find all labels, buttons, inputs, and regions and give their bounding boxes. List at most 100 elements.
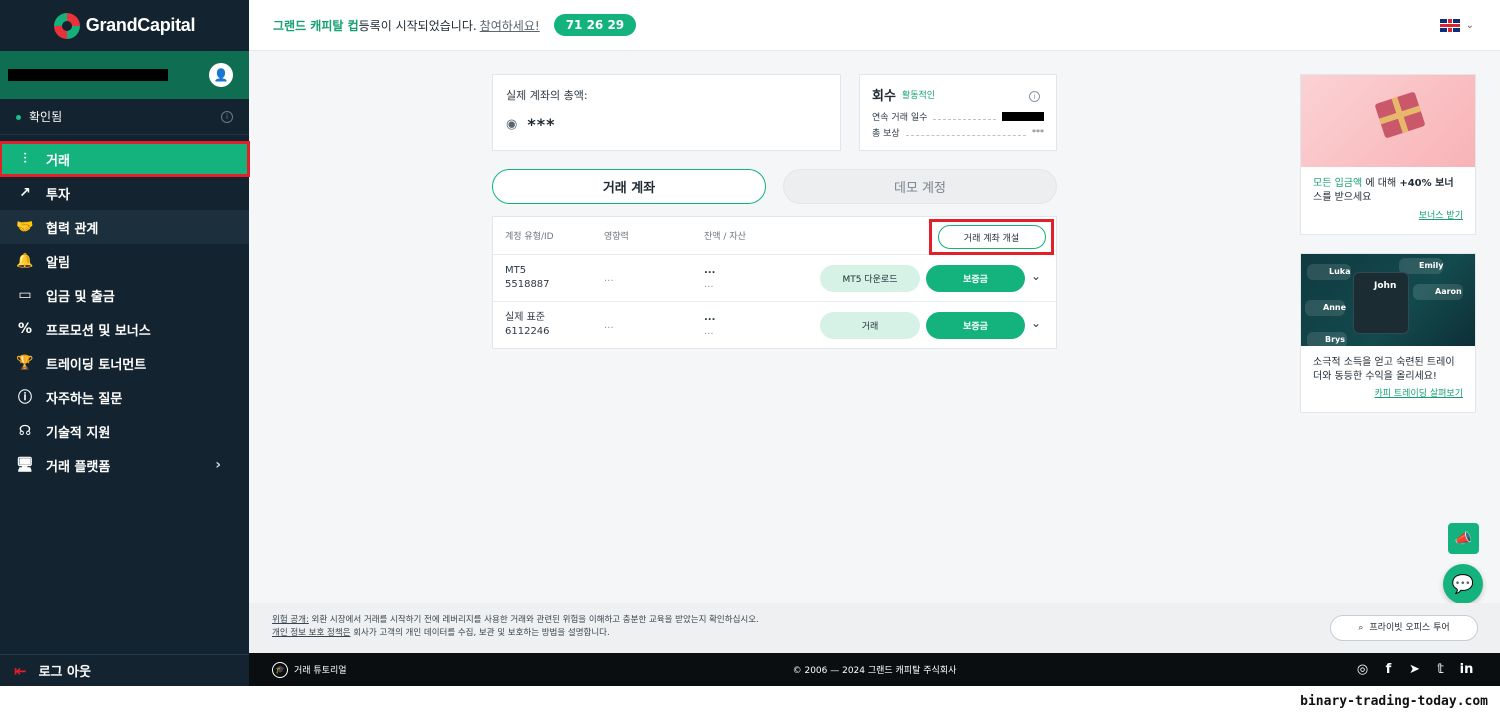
streak-label: 연속 거래 일수 [872,113,928,123]
watermark: binary-trading-today.com [1300,694,1488,709]
deposit-button[interactable]: 보증금 [926,265,1025,292]
sidebar-item-platforms[interactable]: 🖥 거래 플랫폼 › [0,448,249,482]
uk-flag-icon [1439,18,1460,32]
sidebar-item-trading[interactable]: ⫶ 거래 [0,141,250,177]
chevron-down-icon[interactable]: ⌄ [1031,269,1041,283]
copyright: © 2006 — 2024 그랜드 캐피탈 주식회사 [792,666,957,676]
graduation-cap-icon: 🎓 [272,661,288,678]
language-selector[interactable]: ⌄ [1439,18,1474,32]
tutorial-label: 거래 튜토리얼 [294,666,347,676]
column-header-account: 계정 유형/ID [505,232,554,242]
monitor-icon: 🖥 [16,457,34,473]
sidebar-item-notifications[interactable]: 🔔 알림 [0,244,249,278]
account-balance: ... [704,265,716,276]
redacted-user-name [8,69,168,81]
handshake-icon: 🤝 [16,219,34,235]
chat-button[interactable]: 💬 [1443,564,1483,604]
risk-disclosure-text: 외환 시장에서 거래를 시작하기 전에 레버리지를 사용한 거래와 관련된 위험… [308,615,759,625]
telegram-icon[interactable]: ➤ [1407,662,1422,677]
grandcapital-logo-icon [53,12,80,39]
cashback-card: 회수 활동적인 i 연속 거래 일수 총 보상 *** [859,74,1057,151]
bell-icon: 🔔 [16,253,34,269]
trophy-icon: 🏆 [16,355,34,371]
privacy-policy-link[interactable]: 개인 정보 보호 정책은 [272,628,351,638]
redacted-streak-value [1002,112,1044,121]
gift-box-icon [1374,91,1426,139]
user-bar[interactable]: 👤 [0,51,249,99]
sidebar-item-label: 프로모션 및 보너스 [46,323,151,339]
accounts-table: 계정 유형/ID 영향력 잔액 / 자산 거래 계좌 개설 MT5 551888… [492,216,1057,349]
deposit-button[interactable]: 보증금 [926,312,1025,339]
privacy-policy-text: 회사가 고객의 개인 데이터를 수집, 보관 및 보호하는 방법을 설명합니다. [350,628,610,638]
info-circle-icon: ⓘ [18,390,32,406]
tab-demo-accounts[interactable]: 데모 계정 [783,169,1057,204]
logout-button[interactable]: ⇤ 로그 아웃 [0,654,249,686]
sidebar-item-label: 거래 [46,153,70,169]
table-row: MT5 5518887 ... ... ... MT5 다운로드 보증금 ⌄ [493,255,1056,302]
megaphone-button[interactable]: 📣 [1448,523,1479,554]
bonus-promo-text: 모든 입금액 에 대해 +40% 보너 스를 받으세요 [1313,178,1454,203]
sidebar-item-label: 거래 플랫폼 [46,459,111,475]
headset-icon: ☊ [18,423,32,439]
get-bonus-link[interactable]: 보너스 받기 [1419,208,1463,221]
instagram-icon[interactable]: ◎ [1355,662,1370,677]
gift-image [1301,75,1475,167]
sidebar-item-invest[interactable]: ↗ 투자 [0,176,249,210]
sidebar-item-label: 자주하는 질문 [46,391,123,407]
account-leverage: ... [604,273,614,284]
promo-join-link[interactable]: 참여하세요! [480,17,540,34]
explore-copy-trading-link[interactable]: 카피 트레이딩 살펴보기 [1374,386,1463,399]
info-icon[interactable]: i [221,110,233,123]
search-icon: ⌕ [1358,622,1364,633]
account-id: 5518887 [505,279,550,290]
tab-live-accounts[interactable]: 거래 계좌 [492,169,766,204]
sidebar-item-label: 트레이딩 토너먼트 [46,357,147,373]
wallet-icon: ▭ [18,287,32,303]
twitter-icon[interactable]: 𝕥 [1433,662,1448,677]
info-icon[interactable]: i [1029,91,1040,102]
facebook-icon[interactable]: f [1381,662,1396,677]
verification-status: 확인됨 i [0,99,249,135]
sidebar-item-support[interactable]: ☊ 기술적 지원 [0,414,249,448]
total-balance-card: 실제 계좌의 총액: ◉ *** [492,74,841,151]
sidebar-item-tournaments[interactable]: 🏆 트레이딩 토너먼트 [0,346,249,380]
sidebar-item-promotions[interactable]: % 프로모션 및 보너스 [0,312,249,346]
copy-trading-promo-card[interactable]: Luka Emily John Aaron Anne Brys 소극적 소득을 … [1300,253,1476,413]
private-office-tour-button[interactable]: ⌕ 프라이빗 오피스 투어 [1330,615,1478,641]
reward-value: *** [1032,128,1044,137]
column-header-leverage: 영향력 [604,232,629,242]
bonus-promo-card[interactable]: 모든 입금액 에 대해 +40% 보너 스를 받으세요 보너스 받기 [1300,74,1476,235]
trading-tutorial-link[interactable]: 🎓 거래 튜토리얼 [272,661,347,678]
disclaimer-bar: 위험 공개: 외환 시장에서 거래를 시작하기 전에 레버리지를 사용한 거래와… [249,603,1500,653]
sidebar-item-partnership[interactable]: 🤝 협력 관계 [0,210,249,244]
account-id: 6112246 [505,326,550,337]
sidebar-item-faq[interactable]: ⓘ 자주하는 질문 [0,380,249,414]
user-profile-icon[interactable]: 👤 [209,63,233,87]
footer: © 2006 — 2024 그랜드 캐피탈 주식회사 🎓 거래 튜토리얼 ◎ f… [249,653,1500,686]
column-header-balance: 잔액 / 자산 [704,232,746,242]
promo-countdown-timer: 71 26 29 [553,14,637,36]
logo[interactable]: GrandCapital [0,0,249,51]
account-type: MT5 [505,265,527,276]
eye-icon[interactable]: ◉ [506,117,517,132]
open-account-highlight: 거래 계좌 개설 [929,219,1054,255]
risk-disclosure-link[interactable]: 위험 공개: [272,615,309,625]
social-links: ◎ f ➤ 𝕥 in [1355,662,1474,677]
chevron-down-icon[interactable]: ⌄ [1031,316,1041,330]
cashback-status: 활동적인 [901,91,936,101]
table-row: 실제 표준 6112246 ... ... ... 거래 보증금 ⌄ [493,302,1056,349]
promo-text: 등록이 시작되었습니다. [358,18,477,33]
sidebar-item-label: 입금 및 출금 [46,289,115,305]
open-trading-account-button[interactable]: 거래 계좌 개설 [937,225,1046,249]
percent-icon: % [17,321,33,337]
sidebar-item-deposit-withdraw[interactable]: ▭ 입금 및 출금 [0,278,249,312]
mt5-download-button[interactable]: MT5 다운로드 [820,265,920,292]
total-balance-value: *** [527,115,556,134]
verification-label: 확인됨 [29,110,63,124]
copy-trading-image: Luka Emily John Aaron Anne Brys [1301,254,1475,346]
trade-button[interactable]: 거래 [820,312,920,339]
app-root: GrandCapital 👤 확인됨 i ⫶ 거래 ↗ 투자 🤝 협력 관계 🔔… [0,0,1500,686]
sidebar-item-label: 투자 [46,187,70,203]
sidebar: GrandCapital 👤 확인됨 i ⫶ 거래 ↗ 투자 🤝 협력 관계 🔔… [0,0,250,686]
linkedin-icon[interactable]: in [1459,662,1474,677]
